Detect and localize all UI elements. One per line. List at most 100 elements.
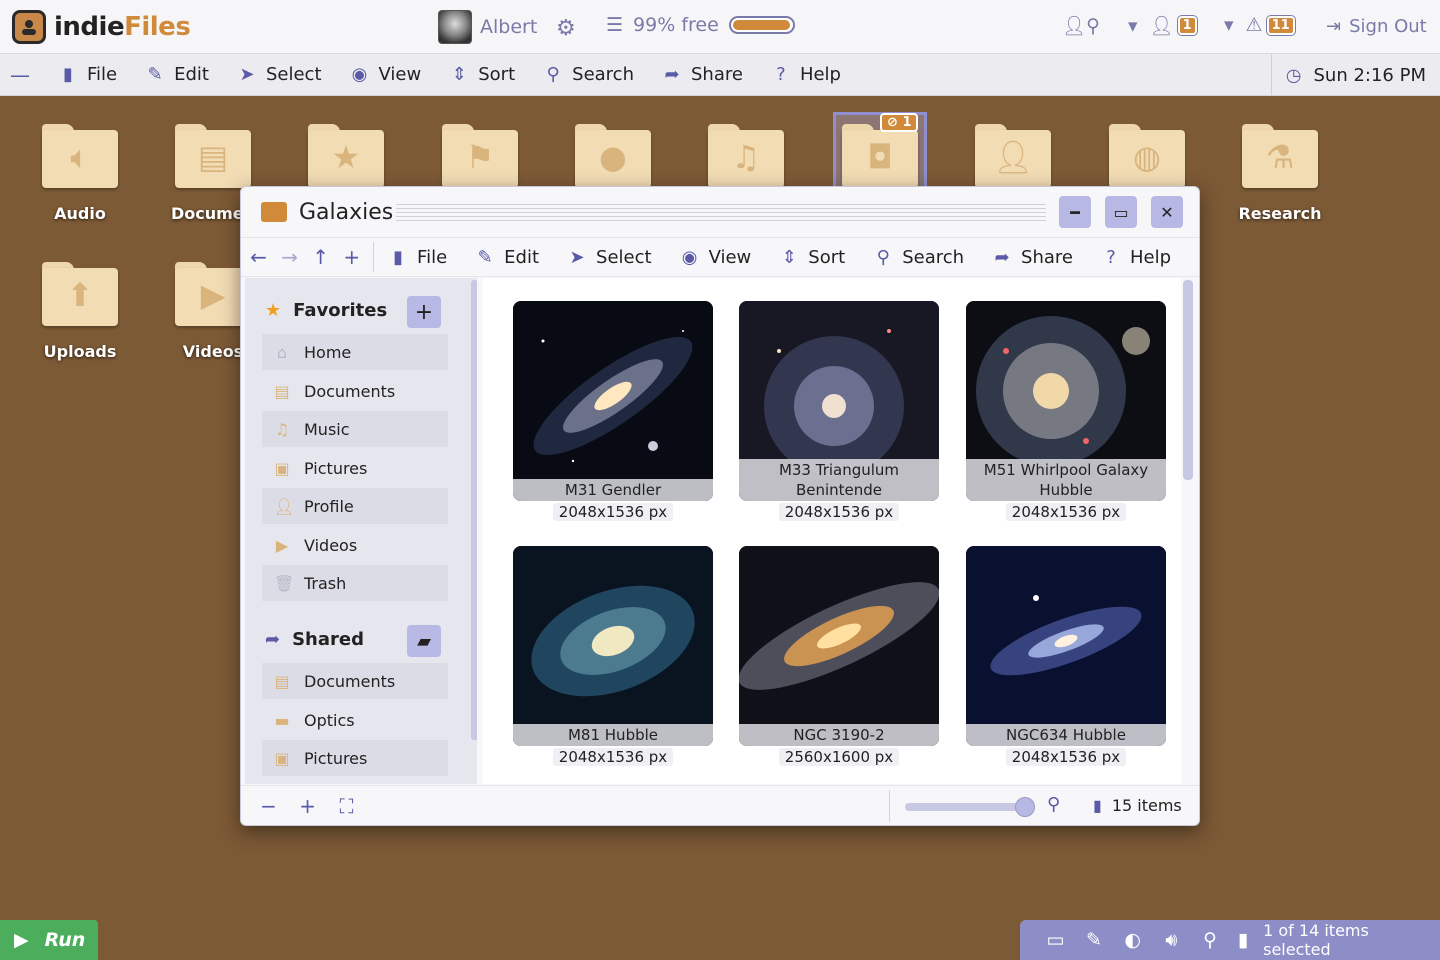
pointer-icon: ➤	[569, 246, 585, 268]
volume-icon[interactable]: 🔊︎	[1152, 929, 1191, 951]
monitor-icon[interactable]: ▭	[1036, 929, 1075, 951]
menu-view[interactable]: ◉ View	[350, 64, 422, 85]
user-search-button[interactable]: 👤︎⚲	[1062, 14, 1100, 37]
menu-select[interactable]: ➤ Select	[237, 64, 321, 85]
sidebar-item-home[interactable]: ⌂ Home	[262, 334, 448, 370]
menu-help[interactable]: ? Help	[771, 64, 841, 85]
avatar	[438, 10, 472, 44]
file-item[interactable]: M81 Hubble 2048x1536 px	[513, 546, 713, 766]
menu-help-label: Help	[799, 64, 841, 85]
sidebar-item-music[interactable]: ♫ Music	[262, 411, 448, 447]
taskbar: ▶ Run ▭ ✎ ◐ 🔊︎ ⚲ ▮ 1 of 14 items selected	[0, 920, 1440, 960]
sign-out-label: Sign Out	[1349, 16, 1427, 37]
sidebar-item-pictures[interactable]: ▣ Pictures	[262, 450, 448, 486]
menu-share[interactable]: ➦ Share	[662, 64, 743, 85]
menu-edit-label: Edit	[174, 64, 209, 85]
win-menu-view[interactable]: ◉ View	[680, 247, 752, 268]
back-arrow-icon[interactable]: ←	[243, 245, 274, 269]
drag-handle[interactable]	[396, 201, 1046, 223]
window-titlebar[interactable]: Galaxies ━ ▭ ✕	[241, 187, 1199, 237]
win-menu-select[interactable]: ➤ Select	[567, 246, 651, 268]
database-icon: ☰	[606, 14, 624, 36]
win-menu-help[interactable]: ? Help	[1101, 247, 1171, 268]
menu-search[interactable]: ⚲ Search	[543, 64, 634, 85]
item-count-text: 15 items	[1111, 796, 1182, 815]
win-menu-search[interactable]: ⚲ Search	[873, 247, 964, 268]
sidebar-scrollbar[interactable]	[471, 280, 477, 740]
sidebar-item-documents[interactable]: ▤ Documents	[262, 373, 448, 409]
desktop-folder-web[interactable]: ◍	[1097, 124, 1197, 190]
sidebar-item-videos[interactable]: ▶ Videos	[262, 527, 448, 563]
desktop-folder-messages[interactable]: ●	[563, 124, 663, 190]
brush-icon[interactable]: ✎	[1075, 929, 1114, 951]
search-icon: ⚲	[876, 246, 890, 268]
file-item[interactable]: NGC 3190-2 2560x1600 px	[739, 546, 939, 766]
sidebar-item-trash[interactable]: 🗑︎ Trash	[262, 565, 448, 601]
desktop-folder-audio[interactable]: 🔈︎ Audio	[30, 124, 130, 223]
forward-arrow-icon[interactable]: →	[274, 245, 305, 269]
window-minimize-button[interactable]: ━	[1059, 196, 1091, 228]
file-item[interactable]: M33 Triangulum Benintende 2048x1536 px	[739, 301, 939, 521]
desktop-folder-uploads[interactable]: ⬆ Uploads	[30, 262, 130, 361]
storage-fill	[732, 20, 791, 30]
file-size: 2048x1536 px	[552, 503, 674, 521]
file-window[interactable]: Galaxies ━ ▭ ✕ ← → ↑ + ▮ File ✎ Edit ➤ Sele…	[240, 186, 1200, 826]
sidebar-item-optics[interactable]: ▬ Optics	[262, 702, 448, 738]
file-icon[interactable]: ▮	[1229, 929, 1257, 951]
zoom-out-icon[interactable]: −	[249, 794, 288, 818]
storage-indicator[interactable]: ☰ 99% free	[606, 14, 795, 36]
win-menu-edit[interactable]: ✎ Edit	[475, 247, 539, 268]
selection-status: 1 of 14 items selected	[1263, 921, 1369, 959]
shared-label: Shared	[292, 629, 364, 650]
sort-icon: ⇕	[781, 246, 797, 268]
desktop-folder-pictures[interactable]: ◘	[830, 124, 930, 190]
zoom-slider[interactable]	[905, 803, 1025, 811]
desktop-folder-maps[interactable]: ⚑	[430, 124, 530, 190]
clock[interactable]: ◷ Sun 2:16 PM	[1286, 65, 1426, 86]
file-item[interactable]: M51 Whirlpool Galaxy Hubble 2048x1536 px	[966, 301, 1166, 521]
sidebar-item-shared-pictures[interactable]: ▣ Pictures	[262, 740, 448, 776]
desktop-folder-profile[interactable]: 👤︎	[963, 124, 1063, 190]
run-button[interactable]: ▶ Run	[0, 920, 98, 960]
thumbnail: M51 Whirlpool Galaxy Hubble	[966, 301, 1166, 501]
file-item[interactable]: M31 Gendler 2048x1536 px	[513, 301, 713, 521]
sign-out-icon: ⇥	[1326, 16, 1342, 37]
user-menu[interactable]: Albert	[438, 10, 537, 44]
notifications-button[interactable]: ▾ 👤︎ 1	[1128, 14, 1197, 37]
menu-bar: — ▮ File ✎ Edit ➤ Select ◉ View ⇕ Sort ⚲ Searc…	[0, 54, 1440, 96]
flask-icon: ⚗	[1265, 138, 1295, 176]
link-badge: ⊘ 1	[880, 113, 919, 132]
menu-edit[interactable]: ✎ Edit	[145, 64, 209, 85]
app-logo[interactable]: indieFiles	[12, 10, 191, 44]
gear-icon[interactable]: ⚙	[556, 16, 576, 41]
main-scrollbar[interactable]	[1183, 280, 1193, 480]
sidebar-item-profile[interactable]: 👤︎ Profile	[262, 488, 448, 524]
win-menu-file[interactable]: ▮ File	[388, 247, 447, 268]
logo-text: indieFiles	[54, 12, 191, 42]
win-menu-sort[interactable]: ⇕ Sort	[779, 247, 845, 268]
minimize-icon[interactable]: —	[0, 63, 40, 87]
desktop-folder-favorites[interactable]: ★	[296, 124, 396, 190]
alerts-button[interactable]: ▾ ⚠︎ 11	[1224, 14, 1295, 36]
sidebar-item-label: Pictures	[304, 458, 368, 478]
sign-out-button[interactable]: ⇥ Sign Out	[1326, 16, 1427, 37]
desktop-folder-music[interactable]: ♫	[696, 124, 796, 190]
sidebar-item-shared-documents[interactable]: ▤ Documents	[262, 663, 448, 699]
contrast-icon[interactable]: ◐	[1113, 929, 1152, 951]
window-close-button[interactable]: ✕	[1151, 196, 1183, 228]
desktop-folder-research[interactable]: ⚗ Research	[1230, 124, 1330, 223]
up-arrow-icon[interactable]: ↑	[305, 245, 336, 269]
add-favorite-button[interactable]: +	[407, 296, 441, 328]
fullscreen-icon[interactable]: ⛶	[327, 794, 366, 818]
zoom-icon[interactable]: ⚲	[1191, 929, 1230, 951]
window-maximize-button[interactable]: ▭	[1105, 196, 1137, 228]
magnifier-icon[interactable]: ⚲	[1047, 794, 1060, 815]
open-shared-button[interactable]: ▰	[407, 625, 441, 657]
zoom-in-plus-icon[interactable]: +	[288, 794, 327, 818]
add-icon[interactable]: +	[336, 245, 367, 269]
zoom-slider-handle[interactable]	[1015, 797, 1035, 817]
menu-sort[interactable]: ⇕ Sort	[449, 64, 515, 85]
win-menu-share[interactable]: ➦ Share	[992, 247, 1073, 268]
menu-file[interactable]: ▮ File	[58, 64, 117, 85]
file-item[interactable]: NGC634 Hubble 2048x1536 px	[966, 546, 1166, 766]
